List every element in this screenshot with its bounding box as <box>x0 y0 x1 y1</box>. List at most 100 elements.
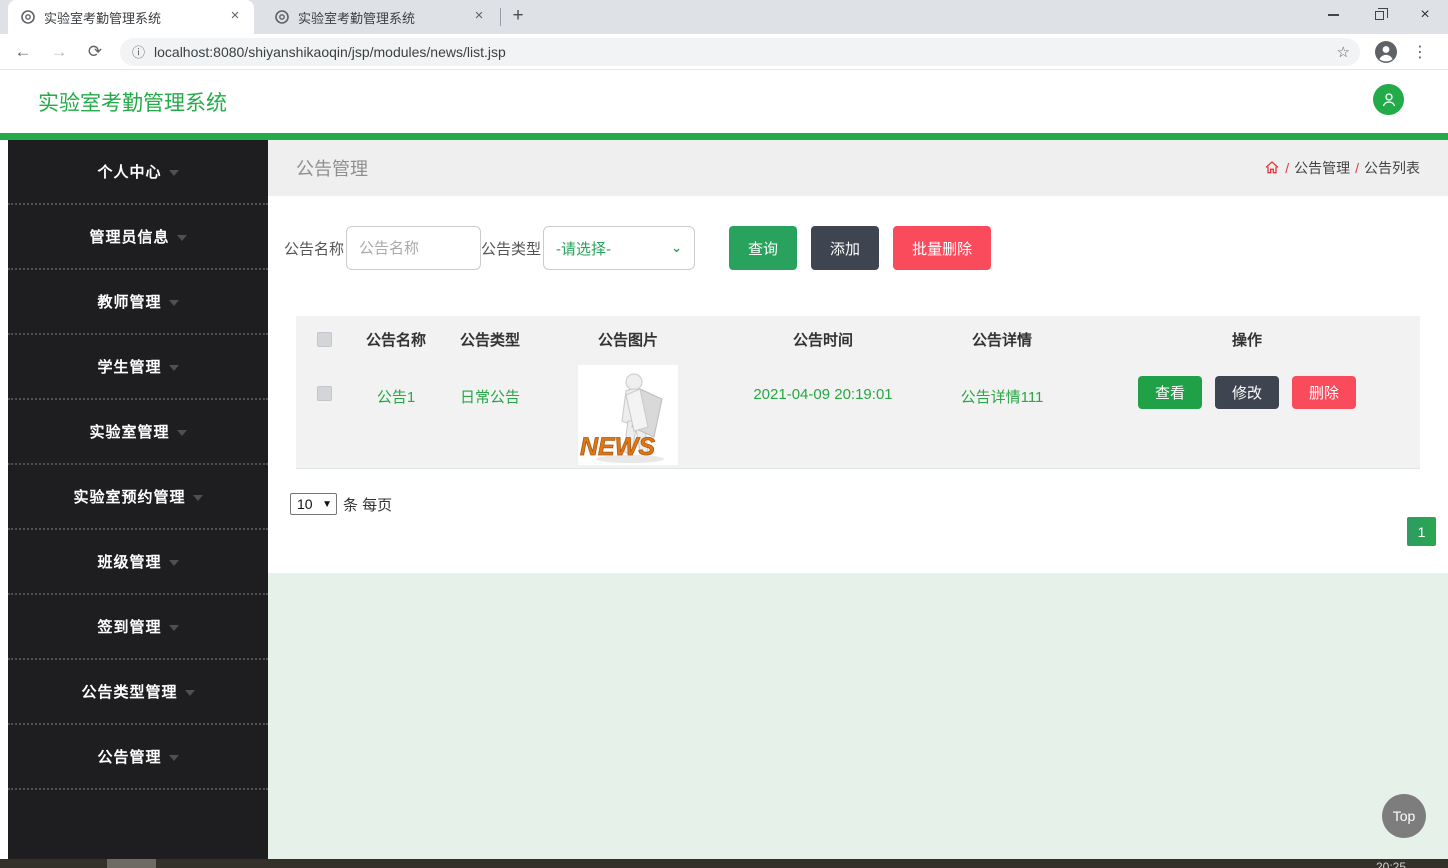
breadcrumb-separator: / <box>1285 160 1289 176</box>
main-content: 公告管理 / 公告管理 / 公告列表 公告名称 公告类型 -请选择- ⌄ 查询 … <box>268 140 1448 859</box>
tab-favicon-icon <box>274 9 290 25</box>
search-form: 公告名称 公告类型 -请选择- ⌄ 查询 添加 批量删除 <box>268 196 1448 270</box>
notice-type-select[interactable]: -请选择- ⌄ <box>543 226 695 270</box>
select-all-checkbox[interactable] <box>317 332 332 347</box>
svg-text:NEWS: NEWS <box>580 433 655 461</box>
cell-notice-image: NEWS <box>540 362 716 468</box>
table-row: 公告1 日常公告 NEWS <box>296 362 1420 468</box>
minimize-button[interactable] <box>1310 0 1356 30</box>
tab-close-icon[interactable]: × <box>226 8 244 26</box>
screen: 实验室考勤管理系统 × 实验室考勤管理系统 × + × ← → ⟳ ⓘ loca… <box>0 0 1448 868</box>
tab-2[interactable]: 实验室考勤管理系统 × <box>262 0 498 34</box>
browser-profile-avatar[interactable] <box>1374 40 1398 64</box>
brand-green-bar <box>0 133 1448 140</box>
col-header-type: 公告类型 <box>440 316 540 362</box>
col-header-name: 公告名称 <box>352 316 440 362</box>
taskbar-clock: 20:25 <box>1376 860 1406 868</box>
taskbar-active-app[interactable] <box>107 859 156 868</box>
back-button[interactable]: ← <box>10 42 36 62</box>
notice-table: 公告名称 公告类型 公告图片 公告时间 公告详情 操作 公告1 日常公告 <box>296 316 1420 469</box>
page-size-row: 10 ▼ 条 每页 <box>290 493 1448 515</box>
sidebar-item-teacher-mgmt[interactable]: 教师管理 <box>8 270 268 335</box>
tab-divider <box>500 8 501 26</box>
restore-button[interactable] <box>1356 0 1402 30</box>
col-header-image: 公告图片 <box>540 316 716 362</box>
cell-notice-time: 2021-04-09 20:19:01 <box>716 362 930 468</box>
chevron-down-icon <box>177 235 187 241</box>
browser-tab-strip: 实验室考勤管理系统 × 实验室考勤管理系统 × + × <box>0 0 1448 34</box>
tab-title: 实验室考勤管理系统 <box>298 8 470 27</box>
chevron-down-icon <box>193 495 203 501</box>
sidebar-item-personal-center[interactable]: 个人中心 <box>8 140 268 205</box>
breadcrumb-item-notice-mgmt[interactable]: 公告管理 <box>1294 158 1350 178</box>
sidebar-item-admin-info[interactable]: 管理员信息 <box>8 205 268 270</box>
sidebar-item-notice-mgmt[interactable]: 公告管理 <box>8 725 268 790</box>
chevron-down-icon: ⌄ <box>671 240 682 256</box>
tab-favicon-icon <box>20 9 36 25</box>
sidebar-item-notice-type-mgmt[interactable]: 公告类型管理 <box>8 660 268 725</box>
person-icon <box>1380 91 1398 109</box>
edit-button[interactable]: 修改 <box>1215 376 1279 409</box>
chevron-down-icon <box>169 170 179 176</box>
col-header-detail: 公告详情 <box>930 316 1074 362</box>
sidebar-item-lab-reservation-mgmt[interactable]: 实验室预约管理 <box>8 465 268 530</box>
bookmark-star-icon[interactable]: ☆ <box>1337 43 1350 61</box>
chevron-down-icon <box>177 430 187 436</box>
address-bar[interactable]: ⓘ localhost:8080/shiyanshikaoqin/jsp/mod… <box>120 38 1360 66</box>
breadcrumb-separator: / <box>1355 160 1359 176</box>
breadcrumb: / 公告管理 / 公告列表 <box>1264 158 1420 178</box>
col-header-time: 公告时间 <box>716 316 930 362</box>
cell-notice-type: 日常公告 <box>440 362 540 468</box>
query-button[interactable]: 查询 <box>729 226 797 270</box>
notice-name-label: 公告名称 <box>284 238 344 259</box>
taskbar-strip: 20:25 <box>0 859 1448 868</box>
page-title: 公告管理 <box>296 155 1264 181</box>
back-to-top-button[interactable]: Top <box>1382 794 1426 838</box>
tab-title: 实验室考勤管理系统 <box>44 8 226 27</box>
site-info-icon[interactable]: ⓘ <box>132 42 145 61</box>
chevron-down-icon <box>169 365 179 371</box>
content-panel: 公告名称 公告类型 -请选择- ⌄ 查询 添加 批量删除 公告名称 公告类型 公… <box>268 196 1448 573</box>
news-image[interactable]: NEWS <box>578 365 678 465</box>
per-page-label: 条 每页 <box>343 494 392 515</box>
cell-notice-name: 公告1 <box>352 362 440 468</box>
reload-button[interactable]: ⟳ <box>82 42 108 62</box>
page-number-button[interactable]: 1 <box>1407 517 1436 546</box>
app-title: 实验室考勤管理系统 <box>38 87 227 117</box>
add-button[interactable]: 添加 <box>811 226 879 270</box>
notice-type-label: 公告类型 <box>481 238 541 259</box>
chevron-down-icon <box>169 560 179 566</box>
sidebar-item-checkin-mgmt[interactable]: 签到管理 <box>8 595 268 660</box>
home-icon[interactable] <box>1264 160 1280 176</box>
sidebar-item-class-mgmt[interactable]: 班级管理 <box>8 530 268 595</box>
window-controls: × <box>1310 0 1448 30</box>
browser-toolbar: ← → ⟳ ⓘ localhost:8080/shiyanshikaoqin/j… <box>0 34 1448 70</box>
row-checkbox[interactable] <box>317 386 332 401</box>
tab-close-icon[interactable]: × <box>470 8 488 26</box>
chevron-down-icon <box>169 625 179 631</box>
sidebar-item-lab-mgmt[interactable]: 实验室管理 <box>8 400 268 465</box>
cell-actions: 查看 修改 删除 <box>1074 362 1420 468</box>
cell-notice-detail: 公告详情111 <box>930 362 1074 468</box>
chevron-down-icon <box>169 755 179 761</box>
forward-button[interactable]: → <box>46 42 72 62</box>
close-icon: × <box>1420 6 1429 24</box>
sidebar-item-student-mgmt[interactable]: 学生管理 <box>8 335 268 400</box>
browser-menu-icon[interactable]: ⋮ <box>1410 42 1430 62</box>
user-account-button[interactable] <box>1373 84 1404 115</box>
chevron-down-icon <box>185 690 195 696</box>
close-button[interactable]: × <box>1402 0 1448 30</box>
delete-button[interactable]: 删除 <box>1292 376 1356 409</box>
new-tab-button[interactable]: + <box>505 4 531 30</box>
view-button[interactable]: 查看 <box>1138 376 1202 409</box>
chevron-down-icon: ▼ <box>322 499 332 510</box>
tab-1[interactable]: 实验室考勤管理系统 × <box>8 0 254 34</box>
restore-icon <box>1375 11 1384 20</box>
url-text[interactable]: localhost:8080/shiyanshikaoqin/jsp/modul… <box>154 44 1337 60</box>
batch-delete-button[interactable]: 批量删除 <box>893 226 991 270</box>
page-size-select[interactable]: 10 ▼ <box>290 493 337 515</box>
notice-name-input[interactable] <box>346 226 481 270</box>
page-title-bar: 公告管理 / 公告管理 / 公告列表 <box>268 140 1448 196</box>
minimize-icon <box>1328 14 1339 16</box>
col-header-actions: 操作 <box>1074 316 1420 362</box>
